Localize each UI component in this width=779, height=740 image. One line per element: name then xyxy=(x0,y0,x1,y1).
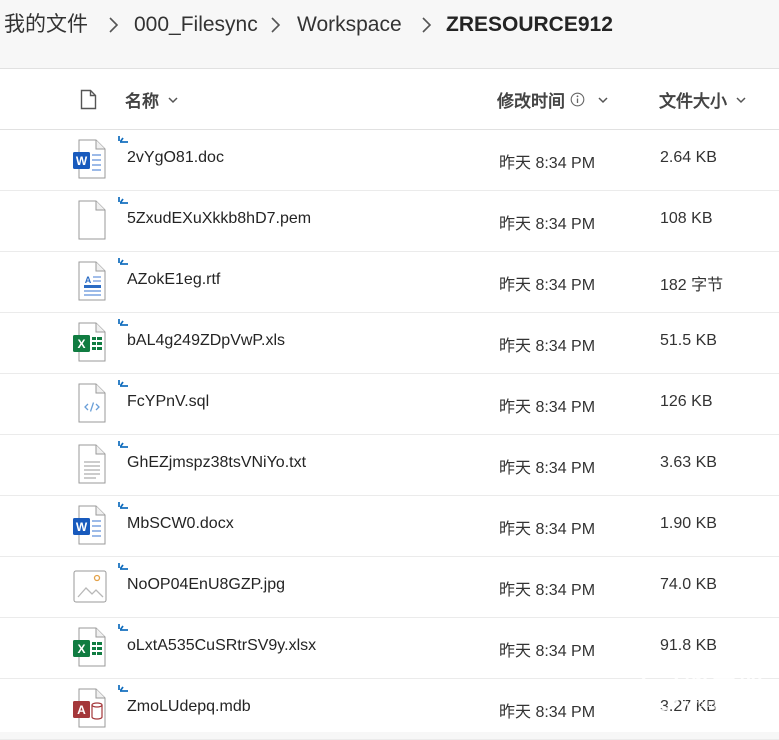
file-modified: 昨天 8:34 PM xyxy=(499,216,596,233)
excel-file-icon: X xyxy=(73,627,106,667)
file-size: 2.64 KB xyxy=(660,149,717,166)
file-modified: 昨天 8:34 PM xyxy=(499,399,596,416)
file-size: 126 KB xyxy=(660,393,713,410)
file-modified: 昨天 8:34 PM xyxy=(499,460,596,477)
router-logo-icon xyxy=(638,668,682,712)
sync-status-icon xyxy=(118,441,128,448)
file-row[interactable]: NoOP04EnU8GZP.jpg 昨天 8:34 PM 74.0 KB xyxy=(0,557,779,618)
file-name[interactable]: NoOP04EnU8GZP.jpg xyxy=(127,576,285,594)
svg-text:X: X xyxy=(77,337,85,351)
svg-text:X: X xyxy=(77,642,85,656)
file-row[interactable]: FcYPnV.sql 昨天 8:34 PM 126 KB xyxy=(0,374,779,435)
file-modified: 昨天 8:34 PM xyxy=(499,582,596,599)
sync-status-icon xyxy=(118,624,128,631)
file-name[interactable]: 2vYgO81.doc xyxy=(127,149,224,167)
file-name[interactable]: GhEZjmspz38tsVNiYo.txt xyxy=(127,454,306,472)
svg-text:W: W xyxy=(76,154,88,168)
word-file-icon: W xyxy=(73,139,106,179)
file-name[interactable]: 5ZxudEXuXkkb8hD7.pem xyxy=(127,210,311,228)
watermark: 路由器 luyouqi.com xyxy=(636,662,772,722)
file-name[interactable]: bAL4g249ZDpVwP.xls xyxy=(127,332,285,350)
sync-status-icon xyxy=(118,502,128,509)
sync-status-icon xyxy=(118,258,128,265)
chevron-down-icon xyxy=(598,96,608,103)
svg-text:A: A xyxy=(77,703,86,717)
file-row[interactable]: W 2vYgO81.doc 昨天 8:34 PM 2.64 KB xyxy=(0,130,779,191)
file-size: 182 字节 xyxy=(660,277,724,294)
file-row[interactable]: A AZokE1eg.rtf 昨天 8:34 PM 182 字节 xyxy=(0,252,779,313)
generic-file-icon xyxy=(78,200,106,240)
access-file-icon: A xyxy=(73,688,106,728)
breadcrumb-workspace[interactable]: Workspace xyxy=(297,10,402,40)
breadcrumb-my-files[interactable]: 我的文件 xyxy=(4,10,88,40)
file-modified: 昨天 8:34 PM xyxy=(499,704,596,721)
file-type-header-icon[interactable] xyxy=(80,89,97,110)
breadcrumb-filesync[interactable]: 000_Filesync xyxy=(134,10,258,40)
column-header-modified[interactable]: 修改时间 xyxy=(497,87,609,112)
sync-status-icon xyxy=(118,136,128,143)
column-header-size[interactable]: 文件大小 xyxy=(659,87,747,112)
sync-status-icon xyxy=(118,197,128,204)
file-size: 1.90 KB xyxy=(660,515,717,532)
breadcrumb-current-folder: ZRESOURCE912 xyxy=(446,13,613,36)
svg-text:W: W xyxy=(76,520,88,534)
file-name[interactable]: FcYPnV.sql xyxy=(127,393,209,411)
column-header-name-label: 名称 xyxy=(125,92,159,111)
sync-status-icon xyxy=(118,685,128,692)
file-row[interactable]: W MbSCW0.docx 昨天 8:34 PM 1.90 KB xyxy=(0,496,779,557)
sync-status-icon xyxy=(118,380,128,387)
chevron-right-icon xyxy=(271,17,281,33)
column-header-size-label: 文件大小 xyxy=(659,92,727,111)
excel-file-icon: X xyxy=(73,322,106,362)
word-file-icon: W xyxy=(73,505,106,545)
file-size: 74.0 KB xyxy=(660,576,717,593)
file-modified: 昨天 8:34 PM xyxy=(499,521,596,538)
file-row[interactable]: XbAL4g249ZDpVwP.xls 昨天 8:34 PM 51.5 KB xyxy=(0,313,779,374)
file-modified: 昨天 8:34 PM xyxy=(499,338,596,355)
chevron-down-icon xyxy=(736,96,746,103)
file-name[interactable]: oLxtA535CuSRtrSV9y.xlsx xyxy=(127,637,316,655)
info-icon[interactable] xyxy=(570,92,585,107)
chevron-right-icon xyxy=(422,17,432,33)
file-size: 51.5 KB xyxy=(660,332,717,349)
file-size: 3.63 KB xyxy=(660,454,717,471)
breadcrumb: 我的文件 000_Filesync Workspace ZRESOURCE912 xyxy=(0,0,779,52)
file-list-panel: 名称 修改时间 文件大小 W 2vYgO81.doc 昨天 8:34 PM 2.64 … xyxy=(0,68,779,740)
file-name[interactable]: AZokE1eg.rtf xyxy=(127,271,220,289)
file-row[interactable]: 5ZxudEXuXkkb8hD7.pem 昨天 8:34 PM 108 KB xyxy=(0,191,779,252)
file-modified: 昨天 8:34 PM xyxy=(499,643,596,660)
file-name[interactable]: ZmoLUdepq.mdb xyxy=(127,698,251,716)
file-row[interactable]: GhEZjmspz38tsVNiYo.txt 昨天 8:34 PM 3.63 KB xyxy=(0,435,779,496)
svg-text:A: A xyxy=(85,275,92,285)
chevron-down-icon xyxy=(168,96,178,103)
column-header-name[interactable]: 名称 xyxy=(125,87,179,112)
file-size: 108 KB xyxy=(660,210,713,227)
chevron-right-icon xyxy=(109,17,119,33)
text-file-icon xyxy=(78,444,106,484)
file-modified: 昨天 8:34 PM xyxy=(499,155,596,172)
sync-status-icon xyxy=(118,563,128,570)
sync-status-icon xyxy=(118,319,128,326)
rich-text-file-icon: A xyxy=(78,261,106,301)
file-name[interactable]: MbSCW0.docx xyxy=(127,515,234,533)
file-size: 91.8 KB xyxy=(660,637,717,654)
column-header-row: 名称 修改时间 文件大小 xyxy=(0,69,779,130)
watermark-url: luyouqi.com xyxy=(684,698,743,710)
file-modified: 昨天 8:34 PM xyxy=(499,277,596,294)
code-file-icon xyxy=(78,383,106,423)
image-file-icon xyxy=(73,570,107,603)
column-header-modified-label: 修改时间 xyxy=(497,92,565,111)
